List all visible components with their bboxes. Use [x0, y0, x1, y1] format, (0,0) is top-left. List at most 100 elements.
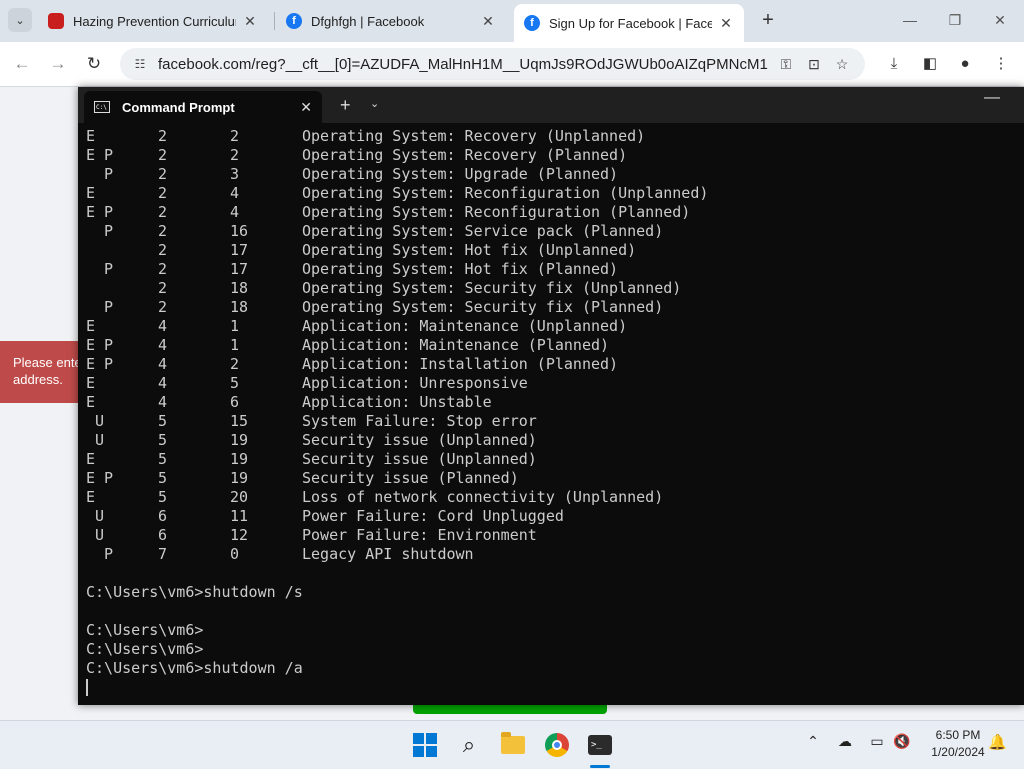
site-info-icon[interactable]: ☷ [132, 57, 148, 71]
reason-major: 2 [158, 298, 168, 316]
reason-minor: 19 [230, 450, 249, 468]
reason-text: Security issue (Unplanned) [302, 431, 537, 449]
start-button[interactable] [410, 730, 440, 760]
shutdown-reason-row: E 5 19 Security issue (Unplanned) [86, 450, 1016, 469]
tab-close-icon[interactable]: ✕ [480, 13, 496, 30]
reason-minor: 17 [230, 241, 249, 259]
tab-close-icon[interactable]: ✕ [718, 15, 734, 32]
taskbar-clock[interactable]: 6:50 PM 1/20/2024 [918, 727, 998, 761]
browser-tab[interactable]: f Dfghfgh | Facebook ✕ [276, 6, 506, 36]
reason-major: 2 [158, 184, 168, 202]
shutdown-reason-row: U 6 12 Power Failure: Environment [86, 526, 1016, 545]
reason-flags: E [86, 127, 96, 145]
reason-major: 2 [158, 222, 168, 240]
reason-major: 6 [158, 507, 168, 525]
reason-minor: 17 [230, 260, 249, 278]
side-panel-icon[interactable]: ◧ [920, 54, 940, 74]
reason-flags: E [86, 374, 96, 392]
reason-flags: E [86, 450, 96, 468]
reload-icon: ↻ [86, 54, 102, 73]
menu-kebab-icon[interactable]: ⋮ [991, 54, 1011, 74]
shutdown-reason-row: E P 2 4 Operating System: Reconfiguration (… [86, 203, 1016, 222]
terminal-output[interactable]: E 2 2 Operating System: Recovery (Unplanned… [86, 127, 1016, 701]
tab-search-button[interactable]: ⌄ [8, 8, 32, 32]
command-prompt-window: C:\ Command Prompt ✕ + ⌄ — E 2 2 Operating … [78, 87, 1024, 705]
email-error-tooltip: Please ente address. [0, 341, 80, 403]
browser-tab[interactable]: Hazing Prevention Curriculum | ✕ [38, 6, 268, 36]
terminal-minimize-button[interactable]: — [984, 89, 1000, 107]
profile-avatar-icon[interactable]: ● [955, 54, 975, 74]
minimize-button[interactable]: — [900, 10, 920, 30]
reason-flags: E P [86, 336, 114, 354]
terminal-tab-close-icon[interactable]: ✕ [300, 99, 312, 116]
reason-text: Loss of network connectivity (Unplanned) [302, 488, 664, 506]
network-icon[interactable]: ☁ [834, 733, 856, 750]
url-text[interactable]: facebook.com/reg?__cft__[0]=AZUDFA_MalHn… [158, 56, 769, 73]
new-tab-button[interactable]: + [758, 10, 778, 30]
windows-logo-icon [413, 733, 437, 757]
shutdown-reason-row: U 5 15 System Failure: Stop error [86, 412, 1016, 431]
reason-major: 5 [158, 469, 168, 487]
windows-taskbar: ⌕ >_ ⌃ ☁ ▭ 🔇 6:50 PM 1/20/2024 🔔 [0, 720, 1024, 769]
restore-button[interactable]: ❐ [945, 10, 965, 30]
reason-major: 2 [158, 279, 168, 297]
shutdown-reason-row: P 2 3 Operating System: Upgrade (Planned) [86, 165, 1016, 184]
file-explorer-button[interactable] [498, 730, 528, 760]
reason-flags: E P [86, 203, 114, 221]
reason-flags: P [86, 298, 114, 316]
reason-text: Security issue (Planned) [302, 469, 519, 487]
install-app-icon[interactable]: ⊡ [803, 56, 825, 73]
reason-minor: 20 [230, 488, 249, 506]
close-window-button[interactable]: ✕ [990, 10, 1010, 30]
reason-minor: 4 [230, 184, 240, 202]
folder-icon [501, 732, 525, 754]
taskbar-search-button[interactable]: ⌕ [454, 730, 484, 760]
reload-button[interactable]: ↻ [84, 54, 104, 74]
reason-flags: U [86, 507, 105, 525]
chrome-taskbar-button[interactable] [542, 730, 572, 760]
terminal-tab[interactable]: C:\ Command Prompt ✕ [84, 91, 322, 123]
reason-flags: P [86, 222, 114, 240]
volume-muted-icon[interactable]: 🔇 [891, 733, 913, 750]
shutdown-reason-row: P 2 17 Operating System: Hot fix (Planned) [86, 260, 1016, 279]
reason-text: Operating System: Recovery (Planned) [302, 146, 628, 164]
shutdown-reason-row: P 2 16 Operating System: Service pack (Plan… [86, 222, 1016, 241]
reason-flags: P [86, 260, 114, 278]
download-icon[interactable]: ⤓ [884, 54, 904, 74]
password-key-icon[interactable]: ⚿ [775, 56, 797, 73]
shutdown-reason-row: E P 4 2 Application: Installation (Planned) [86, 355, 1016, 374]
bookmark-star-icon[interactable]: ☆ [831, 56, 853, 73]
address-bar[interactable]: ☷ facebook.com/reg?__cft__[0]=AZUDFA_Mal… [120, 48, 865, 80]
reason-major: 2 [158, 146, 168, 164]
shutdown-reason-row: E P 4 1 Application: Maintenance (Planned) [86, 336, 1016, 355]
terminal-taskbar-button[interactable]: >_ [585, 730, 615, 760]
tab-separator [274, 12, 275, 30]
reason-text: Operating System: Recovery (Unplanned) [302, 127, 646, 145]
tab-close-icon[interactable]: ✕ [242, 13, 258, 30]
tray-overflow-chevron-icon[interactable]: ⌃ [802, 733, 824, 750]
shutdown-reason-row: E 4 5 Application: Unresponsive [86, 374, 1016, 393]
browser-tab[interactable]: f Sign Up for Facebook | Faceboo ✕ [514, 4, 744, 42]
facebook-icon: f [286, 13, 302, 29]
facebook-page-background [0, 87, 80, 720]
terminal-new-tab-button[interactable]: + [340, 95, 351, 116]
shutdown-reason-row: 2 18 Operating System: Security fix (Unpla… [86, 279, 1016, 298]
shutdown-reason-row: P 2 18 Operating System: Security fix (Plan… [86, 298, 1016, 317]
reason-text: System Failure: Stop error [302, 412, 537, 430]
reason-flags: E [86, 317, 96, 335]
reason-minor: 2 [230, 146, 240, 164]
display-icon[interactable]: ▭ [866, 733, 888, 750]
shutdown-reason-row: E P 2 2 Operating System: Recovery (Planned… [86, 146, 1016, 165]
reason-major: 2 [158, 203, 168, 221]
arrow-right-icon: → [49, 54, 67, 73]
terminal-dropdown-chevron-icon[interactable]: ⌄ [370, 97, 379, 110]
reason-major: 2 [158, 165, 168, 183]
forward-button[interactable]: → [48, 54, 68, 74]
browser-tab-title: Sign Up for Facebook | Faceboo [549, 15, 712, 31]
back-button[interactable]: ← [12, 54, 32, 74]
search-icon: ⌕ [462, 732, 476, 757]
reason-minor: 5 [230, 374, 240, 392]
sign-up-button[interactable] [413, 705, 607, 714]
notification-bell-icon[interactable]: 🔔 [988, 733, 1007, 751]
